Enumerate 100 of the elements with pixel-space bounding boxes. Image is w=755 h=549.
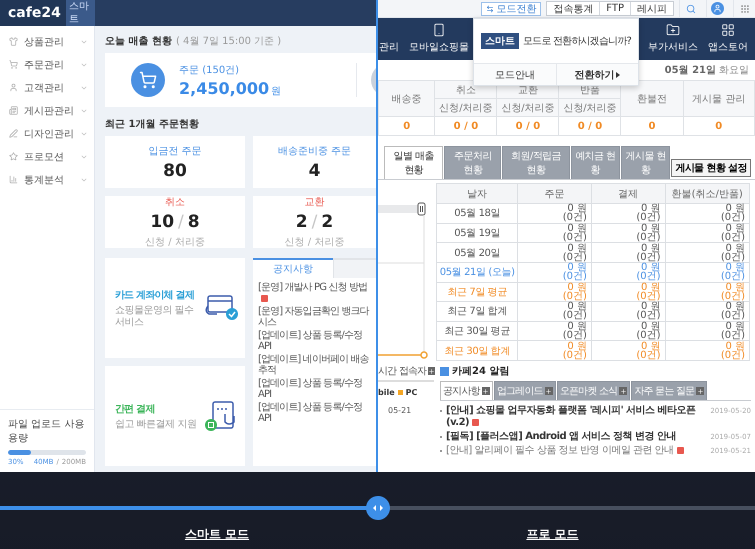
nav-item[interactable]: 모바일쇼핑몰 [404,18,474,60]
axis-label: 05-21 [378,403,440,415]
service-title: 카드 계좌이체 결제 [115,288,195,302]
stat-label: 배송준비중 주문 [278,144,352,158]
nav-item[interactable]: 부가서비스 [643,18,703,60]
plus-icon [696,387,704,395]
table-cell: 0 [620,116,684,136]
shirt-icon [9,37,18,46]
stat-caption: 신청 / 처리중 [145,236,205,249]
toolbar-button[interactable]: FTP [599,2,630,15]
notice-item[interactable]: [업데이트] 상품 등록/수정 API [258,402,374,424]
plus-icon [619,387,628,395]
legend-label: bile [378,388,395,397]
stat-label: 취소 [165,196,185,209]
alert-link[interactable]: [안내] 쇼핑몰 업무자동화 플랫폼 '레시피' 서비스 베타오픈(v.2) [446,405,706,429]
notice-item[interactable]: [업데이트] 네이버페이 배송추적 [258,354,374,376]
tab[interactable]: 일별 매출 현황 [384,146,444,179]
slider-thumb[interactable] [366,496,390,520]
table-cell: 0 원 (0건) [665,321,750,341]
notice-item[interactable]: [업데이트] 상품 등록/수정 API [258,330,374,352]
alert-link[interactable]: [안내] 알리페이 필수 상품 정보 반영 이메일 관련 안내 [446,445,706,457]
sidebar-item[interactable]: 통계분석 [0,168,94,191]
column-header: 환불(취소/반품) [665,184,750,204]
notice-item[interactable]: [업데이트] 상품 등록/수정 API [258,378,374,400]
section-title: 최근 1개월 주문현황 [105,118,199,131]
table-cell: 0 [378,116,435,136]
table-cell: 0 / 0 [434,116,497,136]
stat-label: 입금전 주문 [148,144,202,158]
section-note: ( 4월 7일 15:00 기준 ) [176,35,282,48]
cart-icon [131,63,165,97]
notice-item[interactable]: [운영] 자동입금확인 뱅크다 시스 [258,306,374,328]
sidebar-item[interactable]: 주문관리 [0,53,94,76]
mode-label[interactable]: 스마트 모드 [184,526,250,543]
legend-marker [398,390,403,395]
table-cell: 0 원 (0건) [518,262,592,282]
nav-item[interactable]: 관리 [378,18,404,60]
board-icon [9,106,18,115]
table-cell: 최근 30일 평균 [436,321,518,341]
table-cell: 0 원 (0건) [665,223,750,243]
smartphone-icon [432,23,446,37]
plus-icon [544,387,553,395]
service-description: 쉽고 빠른결제 지원 [115,418,198,430]
sidebar-item[interactable]: 디자인관리 [0,122,94,145]
tab[interactable]: 시간 접속자 [378,362,434,382]
sidebar-item[interactable]: 고객관리 [0,76,94,99]
settings-button[interactable]: 게시물 현황 설정 [671,159,751,177]
table-header: 환불전 [620,80,684,116]
table-cell: 0 / 0 [496,116,559,136]
table-cell: 0 원 (0건) [665,242,750,262]
popup-button[interactable]: 전환하기 [556,64,638,85]
mode-badge: 스마트 [66,0,95,26]
sidebar-item[interactable]: 프로모션 [0,145,94,168]
legend-label: PC [406,388,418,397]
table-cell: 최근 30일 합계 [436,340,518,360]
toolbar-button[interactable]: 레시피 [630,2,673,15]
nav-item[interactable]: 앱스토어 [703,18,753,60]
table-cell: 0 원 (0건) [665,204,750,224]
table-cell: 0 원 (0건) [591,262,665,282]
arrows-icon [372,505,382,511]
sales-label: 주문 (150건) [179,64,240,76]
grid-icon [740,4,750,14]
service-description: 쇼핑몰운영의 필수 서비스 [115,304,195,328]
table-cell: 0 원 (0건) [518,302,592,322]
sales-amount: 2,450,000 원 [179,78,282,98]
mode-switch-button[interactable]: 모드전환 [481,2,542,16]
caret-icon [616,72,620,78]
toolbar-button[interactable]: 접속통계 [547,2,600,15]
cart-icon [9,60,18,69]
table-cell: 0 원 (0건) [591,340,665,360]
section-title: 카페24 알림 [440,362,751,381]
plus-icon [428,367,436,375]
notice-item[interactable]: [운영] 개발사 PG 신청 방법 [258,282,374,304]
card-payment-drawing [203,293,239,323]
bar-chart-icon [9,175,18,184]
search-icon [686,4,696,14]
table-cell: 0 원 (0건) [591,282,665,302]
sidebar-item[interactable]: 게시판관리 [0,99,94,122]
table-cell: 0 원 (0건) [518,204,592,224]
table-cell: 0 원 (0건) [591,223,665,243]
table-cell: 최근 7일 평균 [436,282,518,302]
table-cell: 0 원 (0건) [665,262,750,282]
table-header: 신청/처리중 [558,98,621,116]
logo: cafe24 [8,5,61,21]
table-cell: 05월 21일 (오늘) [436,262,518,282]
alert-link[interactable]: [필독] [플러스앱] Android 앱 서비스 정책 변경 안내 [446,431,706,443]
table-cell: 0 원 (0건) [665,282,750,302]
sidebar-item[interactable]: 상품관리 [0,30,94,53]
table-cell: 0 원 (0건) [518,321,592,341]
usage-title: 파일 업로드 사용 용량 [8,418,86,445]
table-cell: 0 [683,116,754,136]
tab[interactable]: 공지사항 [440,381,493,400]
table-cell: 0 원 (0건) [665,302,750,322]
table-cell: 0 원 (0건) [591,302,665,322]
alert-icon [440,366,449,376]
table-cell: 0 원 (0건) [518,282,592,302]
mode-label[interactable]: 프로 모드 [526,526,579,543]
popup-message: 모드로 전환하시겠습니까? [522,35,632,48]
popup-button[interactable]: 모드안내 [474,64,556,85]
table-cell: 05월 20일 [436,242,518,262]
grid-icon [721,23,735,37]
